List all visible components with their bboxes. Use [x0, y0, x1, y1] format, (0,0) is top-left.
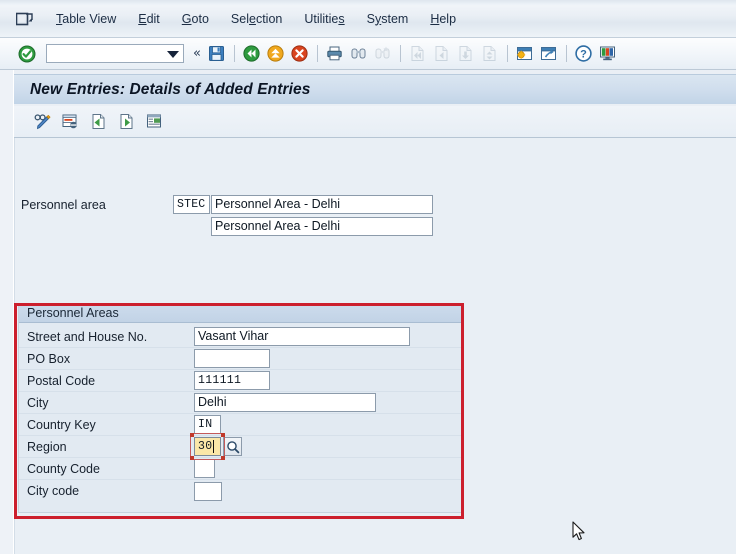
menu-table-view[interactable]: Table View [45, 10, 127, 28]
screen-canvas: Personnel area STEC Personnel Area - Del… [14, 138, 736, 554]
command-field[interactable] [46, 44, 184, 63]
input-postal-code[interactable]: 111111 [194, 371, 270, 390]
input-country-key[interactable]: IN [194, 415, 221, 434]
personnel-area-line-1: STEC Personnel Area - Delhi [173, 195, 433, 214]
label-po-box: PO Box [27, 351, 71, 366]
personnel-area-line-2: Personnel Area - Delhi [211, 217, 433, 236]
region-search-help-button[interactable] [223, 437, 242, 456]
next-page-button [455, 43, 477, 65]
menu-utilities[interactable]: Utilities [293, 10, 355, 28]
focus-corner-top-left [190, 433, 194, 437]
menu-edit[interactable]: Edit [127, 10, 171, 28]
field-row-po-box: PO Box [19, 348, 461, 370]
field-row-county-code: County Code [19, 458, 461, 480]
screen-title-inner: New Entries: Details of Added Entries [14, 74, 736, 104]
personnel-areas-group-body: Street and House No. Vasant Vihar PO Box… [19, 323, 461, 502]
next-entry-icon[interactable] [114, 110, 138, 134]
create-session-button[interactable] [514, 43, 536, 65]
previous-page-button [431, 43, 453, 65]
menu-help[interactable]: Help [419, 10, 467, 28]
screen-title-bar: New Entries: Details of Added Entries [0, 70, 736, 106]
save-button[interactable] [206, 43, 228, 65]
search-help-magnifier-icon [226, 440, 239, 453]
toolbar-separator [399, 45, 401, 62]
page-title: New Entries: Details of Added Entries [30, 80, 311, 98]
toolbar-separator [233, 45, 235, 62]
menu-goto[interactable]: Goto [171, 10, 220, 28]
region-field-wrapper: 30 [190, 433, 242, 460]
last-page-button [479, 43, 501, 65]
personnel-area-description-input[interactable]: Personnel Area - Delhi [211, 195, 433, 214]
input-po-box[interactable] [194, 349, 270, 368]
label-region: Region [27, 439, 67, 454]
focus-corner-bottom-left [190, 456, 194, 460]
window-top-strip [0, 0, 736, 5]
command-input[interactable] [47, 45, 165, 62]
focus-corner-top-right [221, 433, 225, 437]
label-county-code: County Code [27, 461, 100, 476]
details-list-icon[interactable] [142, 110, 166, 134]
create-shortcut-button[interactable] [538, 43, 560, 65]
sap-gui-window: Table View Edit Goto Selection Utilities… [0, 0, 736, 554]
toolbar-separator [565, 45, 567, 62]
screen-left-gutter [0, 70, 14, 554]
svg-text:?: ? [581, 49, 588, 61]
glasses-pencil-icon[interactable] [30, 110, 54, 134]
personnel-areas-group-box: Personnel Areas Street and House No. Vas… [18, 303, 462, 513]
menu-items: Table View Edit Goto Selection Utilities… [45, 10, 467, 28]
personnel-area-description2-input[interactable]: Personnel Area - Delhi [211, 217, 433, 236]
label-postal-code: Postal Code [27, 373, 96, 388]
cancel-button[interactable] [289, 43, 311, 65]
question-help-icon[interactable]: ? [573, 43, 595, 65]
print-button[interactable] [324, 43, 346, 65]
field-row-region: Region 30 [19, 433, 461, 460]
label-street-and-house-no: Street and House No. [27, 329, 148, 344]
double-chevron-left-icon[interactable]: « [193, 47, 201, 60]
green-check-icon[interactable] [18, 45, 36, 63]
application-toolbar [14, 106, 736, 138]
label-city-code: City code [27, 484, 80, 498]
chevron-down-icon[interactable] [167, 51, 179, 58]
personnel-area-fields: STEC Personnel Area - Delhi Personnel Ar… [173, 195, 433, 236]
find-button[interactable] [348, 43, 370, 65]
personnel-area-row: Personnel area STEC Personnel Area - Del… [21, 195, 433, 236]
previous-entry-icon[interactable] [86, 110, 110, 134]
find-next-button [372, 43, 394, 65]
field-row-street-and-house-no: Street and House No. Vasant Vihar [19, 326, 461, 348]
text-caret [213, 440, 215, 453]
field-row-city-code: City code [19, 480, 461, 502]
input-region[interactable]: 30 [194, 437, 221, 456]
input-city[interactable]: Delhi [194, 393, 376, 412]
personnel-area-label: Personnel area [21, 198, 106, 212]
toolbar-separator [506, 45, 508, 62]
first-page-button [407, 43, 429, 65]
window-menu-icon[interactable] [16, 12, 33, 26]
input-city-code[interactable] [194, 481, 222, 501]
menu-selection[interactable]: Selection [220, 10, 293, 28]
layout-menu-icon[interactable] [597, 43, 619, 65]
menu-bar: Table View Edit Goto Selection Utilities… [0, 0, 736, 38]
personnel-areas-group-title: Personnel Areas [27, 306, 119, 320]
input-street-and-house-no[interactable]: Vasant Vihar [194, 327, 410, 346]
table-settings-icon[interactable] [58, 110, 82, 134]
input-region-value: 30 [198, 440, 213, 453]
back-button[interactable] [241, 43, 263, 65]
focus-corner-bottom-right [221, 456, 225, 460]
exit-button[interactable] [265, 43, 287, 65]
input-county-code[interactable] [194, 459, 215, 478]
menu-system[interactable]: System [356, 10, 420, 28]
field-row-country-key: Country Key IN [19, 414, 461, 436]
toolbar-separator [316, 45, 318, 62]
personnel-areas-group-header: Personnel Areas [19, 304, 461, 323]
field-row-city: City Delhi [19, 392, 461, 414]
system-toolbar: « ? [0, 38, 736, 70]
label-country-key: Country Key [27, 417, 96, 432]
personnel-area-key-input[interactable]: STEC [173, 195, 210, 214]
field-row-postal-code: Postal Code 111111 [19, 370, 461, 392]
label-city: City [27, 395, 49, 410]
